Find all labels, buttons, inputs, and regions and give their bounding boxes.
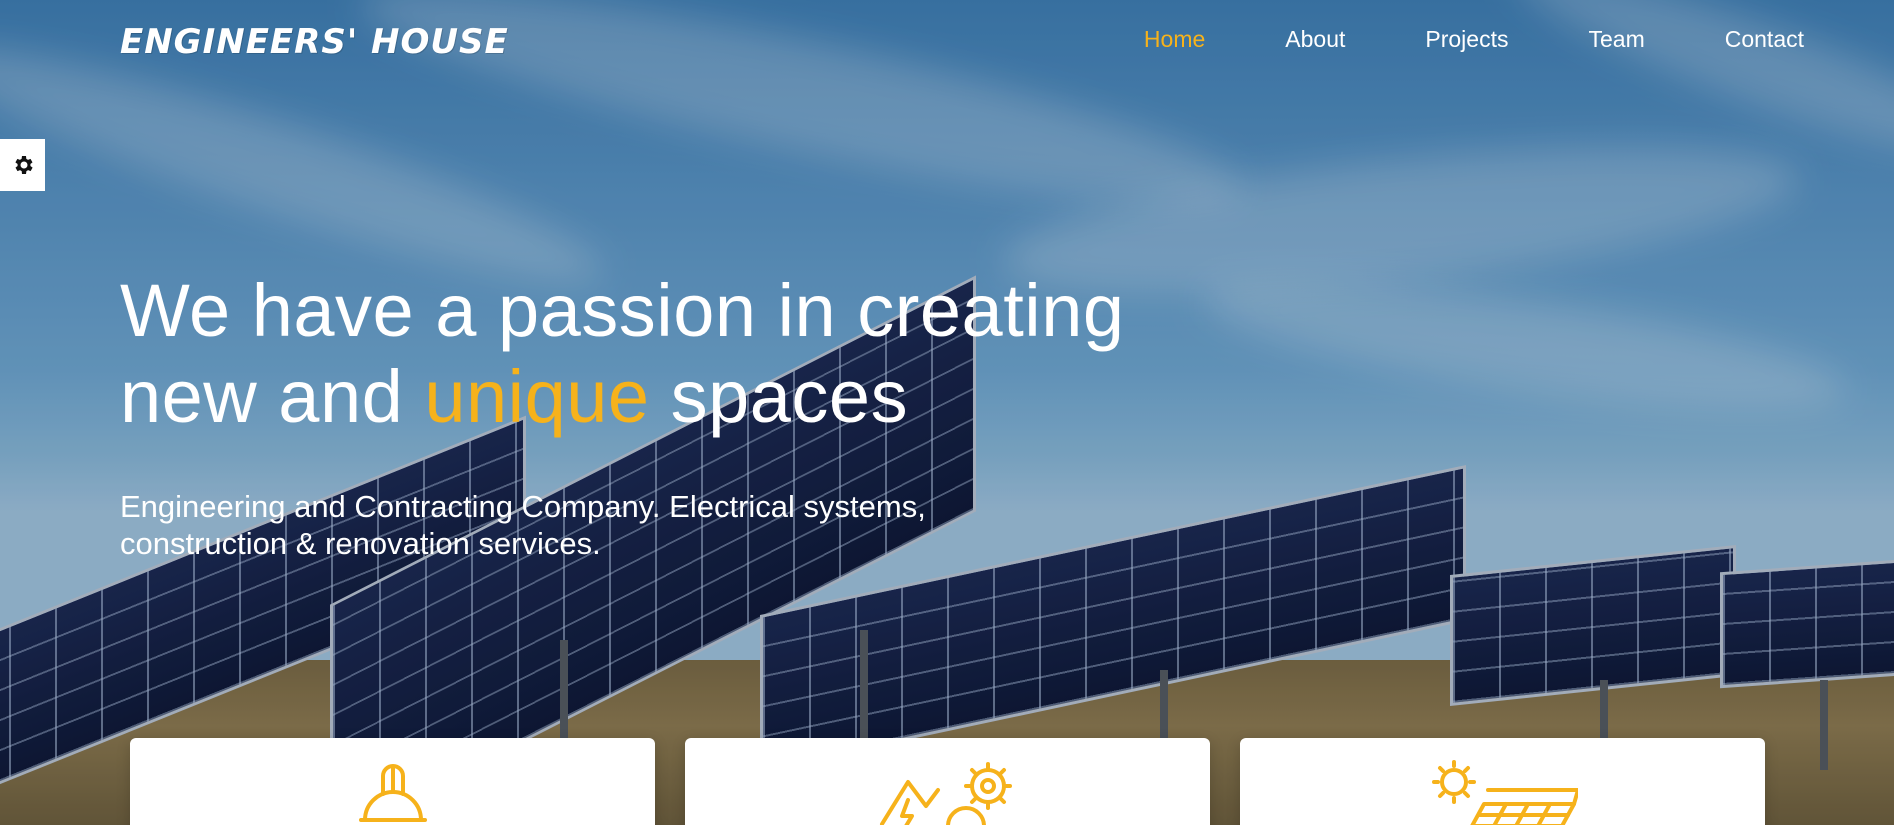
solar-panel-sun-icon [1431,760,1578,825]
hero-headline: We have a passion in creating new and un… [120,268,1125,440]
nav-item-team[interactable]: Team [1588,26,1644,53]
nav-item-about[interactable]: About [1285,26,1345,53]
subtitle-line-2: construction & renovation services. [120,526,601,561]
headline-line-1: We have a passion in creating [120,269,1125,352]
gear-icon [14,156,33,174]
main-nav: Home About Projects Team Contact [1064,26,1804,53]
hero-subtitle: Engineering and Contracting Company. Ele… [120,488,1020,562]
site-logo[interactable]: ENGINEERS' HOUSE [120,22,509,62]
headline-line-2-end: spaces [649,355,909,438]
service-card-electrical[interactable] [685,738,1210,825]
site-header: ENGINEERS' HOUSE Home About Projects Tea… [0,0,1894,84]
nav-item-contact[interactable]: Contact [1725,26,1804,53]
hard-hat-icon [358,764,427,822]
electrical-tools-gear-icon [879,762,1012,825]
hero-section: ENGINEERS' HOUSE Home About Projects Tea… [0,0,1894,825]
headline-line-2-start: new and [120,355,425,438]
nav-item-home[interactable]: Home [1144,26,1205,53]
subtitle-line-1: Engineering and Contracting Company. Ele… [120,489,926,524]
service-card-solar[interactable] [1240,738,1765,825]
nav-item-projects[interactable]: Projects [1425,26,1508,53]
headline-accent-word: unique [424,355,650,438]
service-card-construction[interactable] [130,738,655,825]
settings-toggle-button[interactable] [0,139,45,191]
